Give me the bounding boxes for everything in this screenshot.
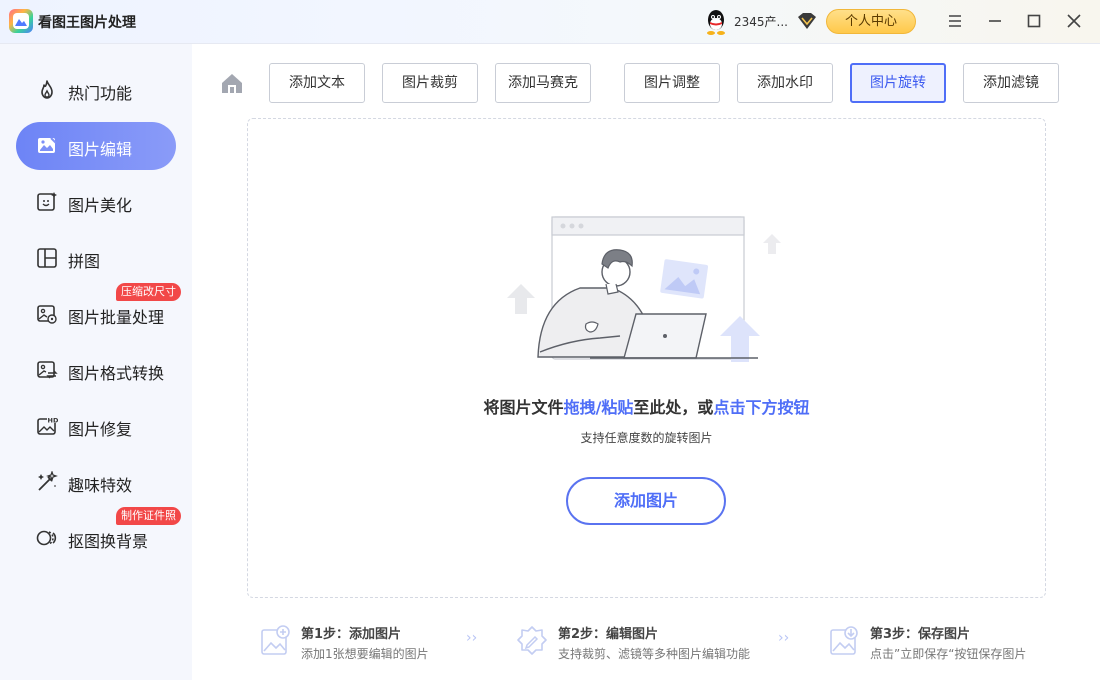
minimize-icon[interactable] <box>986 12 1004 30</box>
collage-icon <box>37 248 57 268</box>
tab-image-rotate[interactable]: 图片旋转 <box>850 63 946 103</box>
user-center-button[interactable]: 个人中心 <box>826 9 916 34</box>
sidebar-item-label: 图片修复 <box>68 420 133 439</box>
title-bar: 看图王图片处理 2345产... 个人中心 <box>0 0 1100 44</box>
sidebar-item-label: 拼图 <box>68 252 101 271</box>
compress-resize-badge: 压缩改尺寸 <box>116 283 181 301</box>
sidebar-item-label: 图片格式转换 <box>68 364 165 383</box>
tab-add-watermark[interactable]: 添加水印 <box>737 63 833 103</box>
sidebar-item-label: 趣味特效 <box>68 476 133 495</box>
tab-add-filter[interactable]: 添加滤镜 <box>963 63 1059 103</box>
drop-subtitle: 支持任意度数的旋转图片 <box>580 431 713 445</box>
sidebar-item-image-convert[interactable]: 图片格式转换 <box>16 346 176 394</box>
sidebar-item-label: 抠图换背景 <box>68 532 149 551</box>
cutout-icon <box>36 530 57 546</box>
fire-icon <box>41 80 53 99</box>
account-name[interactable]: 2345产... <box>734 13 788 30</box>
edit-image-step-icon <box>517 626 547 655</box>
drop-hint: 将图片文件拖拽/粘贴至此处，或点击下方按钮 <box>483 398 810 417</box>
sidebar-item-hot-features[interactable]: 热门功能 <box>16 66 176 114</box>
menu-icon[interactable] <box>946 12 964 30</box>
hd-image-icon: HD <box>37 416 59 435</box>
tab-add-text[interactable]: 添加文本 <box>269 63 365 103</box>
sidebar-item-label: 热门功能 <box>68 84 133 103</box>
sidebar-item-collage[interactable]: 拼图 <box>16 234 176 282</box>
sidebar-item-image-beautify[interactable]: 图片美化 <box>16 178 176 226</box>
drag-paste-highlight: 拖拽/粘贴 <box>563 398 634 417</box>
vip-diamond-icon[interactable] <box>796 11 818 31</box>
step-1-title: 第1步：添加图片 <box>301 627 402 642</box>
step-3-desc: 点击”立即保存“按钮保存图片 <box>870 647 1027 661</box>
add-image-button[interactable]: 添加图片 <box>566 477 726 525</box>
save-image-step-icon <box>830 626 858 655</box>
step-arrow-icon: ›› <box>778 630 790 646</box>
maximize-icon[interactable] <box>1025 12 1043 30</box>
magic-wand-icon <box>38 471 58 491</box>
step-1-desc: 添加1张想要编辑的图片 <box>301 647 429 661</box>
step-2-desc: 支持裁剪、滤镜等多种图片编辑功能 <box>558 647 751 661</box>
home-icon[interactable] <box>220 72 244 94</box>
tab-image-crop[interactable]: 图片裁剪 <box>382 63 478 103</box>
click-button-highlight: 点击下方按钮 <box>713 398 810 417</box>
tab-add-mosaic[interactable]: 添加马赛克 <box>495 63 591 103</box>
sidebar-item-label: 图片美化 <box>68 196 133 215</box>
svg-text:HD: HD <box>48 417 59 425</box>
sidebar-item-label: 图片编辑 <box>68 140 133 159</box>
add-image-step-icon <box>261 625 290 655</box>
qq-avatar-icon[interactable] <box>704 9 728 35</box>
app-logo-icon <box>9 9 33 33</box>
app-title: 看图王图片处理 <box>38 15 136 31</box>
sidebar-item-fun-effects[interactable]: 趣味特效 <box>16 458 176 506</box>
sidebar-item-image-repair[interactable]: HD 图片修复 <box>16 402 176 450</box>
step-arrow-icon: ›› <box>466 630 478 646</box>
image-edit-icon <box>38 137 57 153</box>
image-sparkle-icon <box>37 192 57 211</box>
tab-image-adjust[interactable]: 图片调整 <box>624 63 720 103</box>
close-icon[interactable] <box>1065 12 1083 30</box>
sidebar-item-image-edit[interactable]: 图片编辑 <box>16 122 176 170</box>
id-photo-badge: 制作证件照 <box>116 507 181 525</box>
step-3-title: 第3步：保存图片 <box>870 627 971 642</box>
sidebar: 热门功能 图片编辑 图片美化 拼图 图片批量处理 压缩改尺寸 图片格式转换 HD… <box>0 44 192 680</box>
sidebar-item-label: 图片批量处理 <box>68 308 165 327</box>
image-convert-icon <box>37 361 58 379</box>
step-2-title: 第2步：编辑图片 <box>558 627 659 642</box>
image-batch-icon <box>37 305 57 324</box>
upload-illustration <box>507 216 781 362</box>
